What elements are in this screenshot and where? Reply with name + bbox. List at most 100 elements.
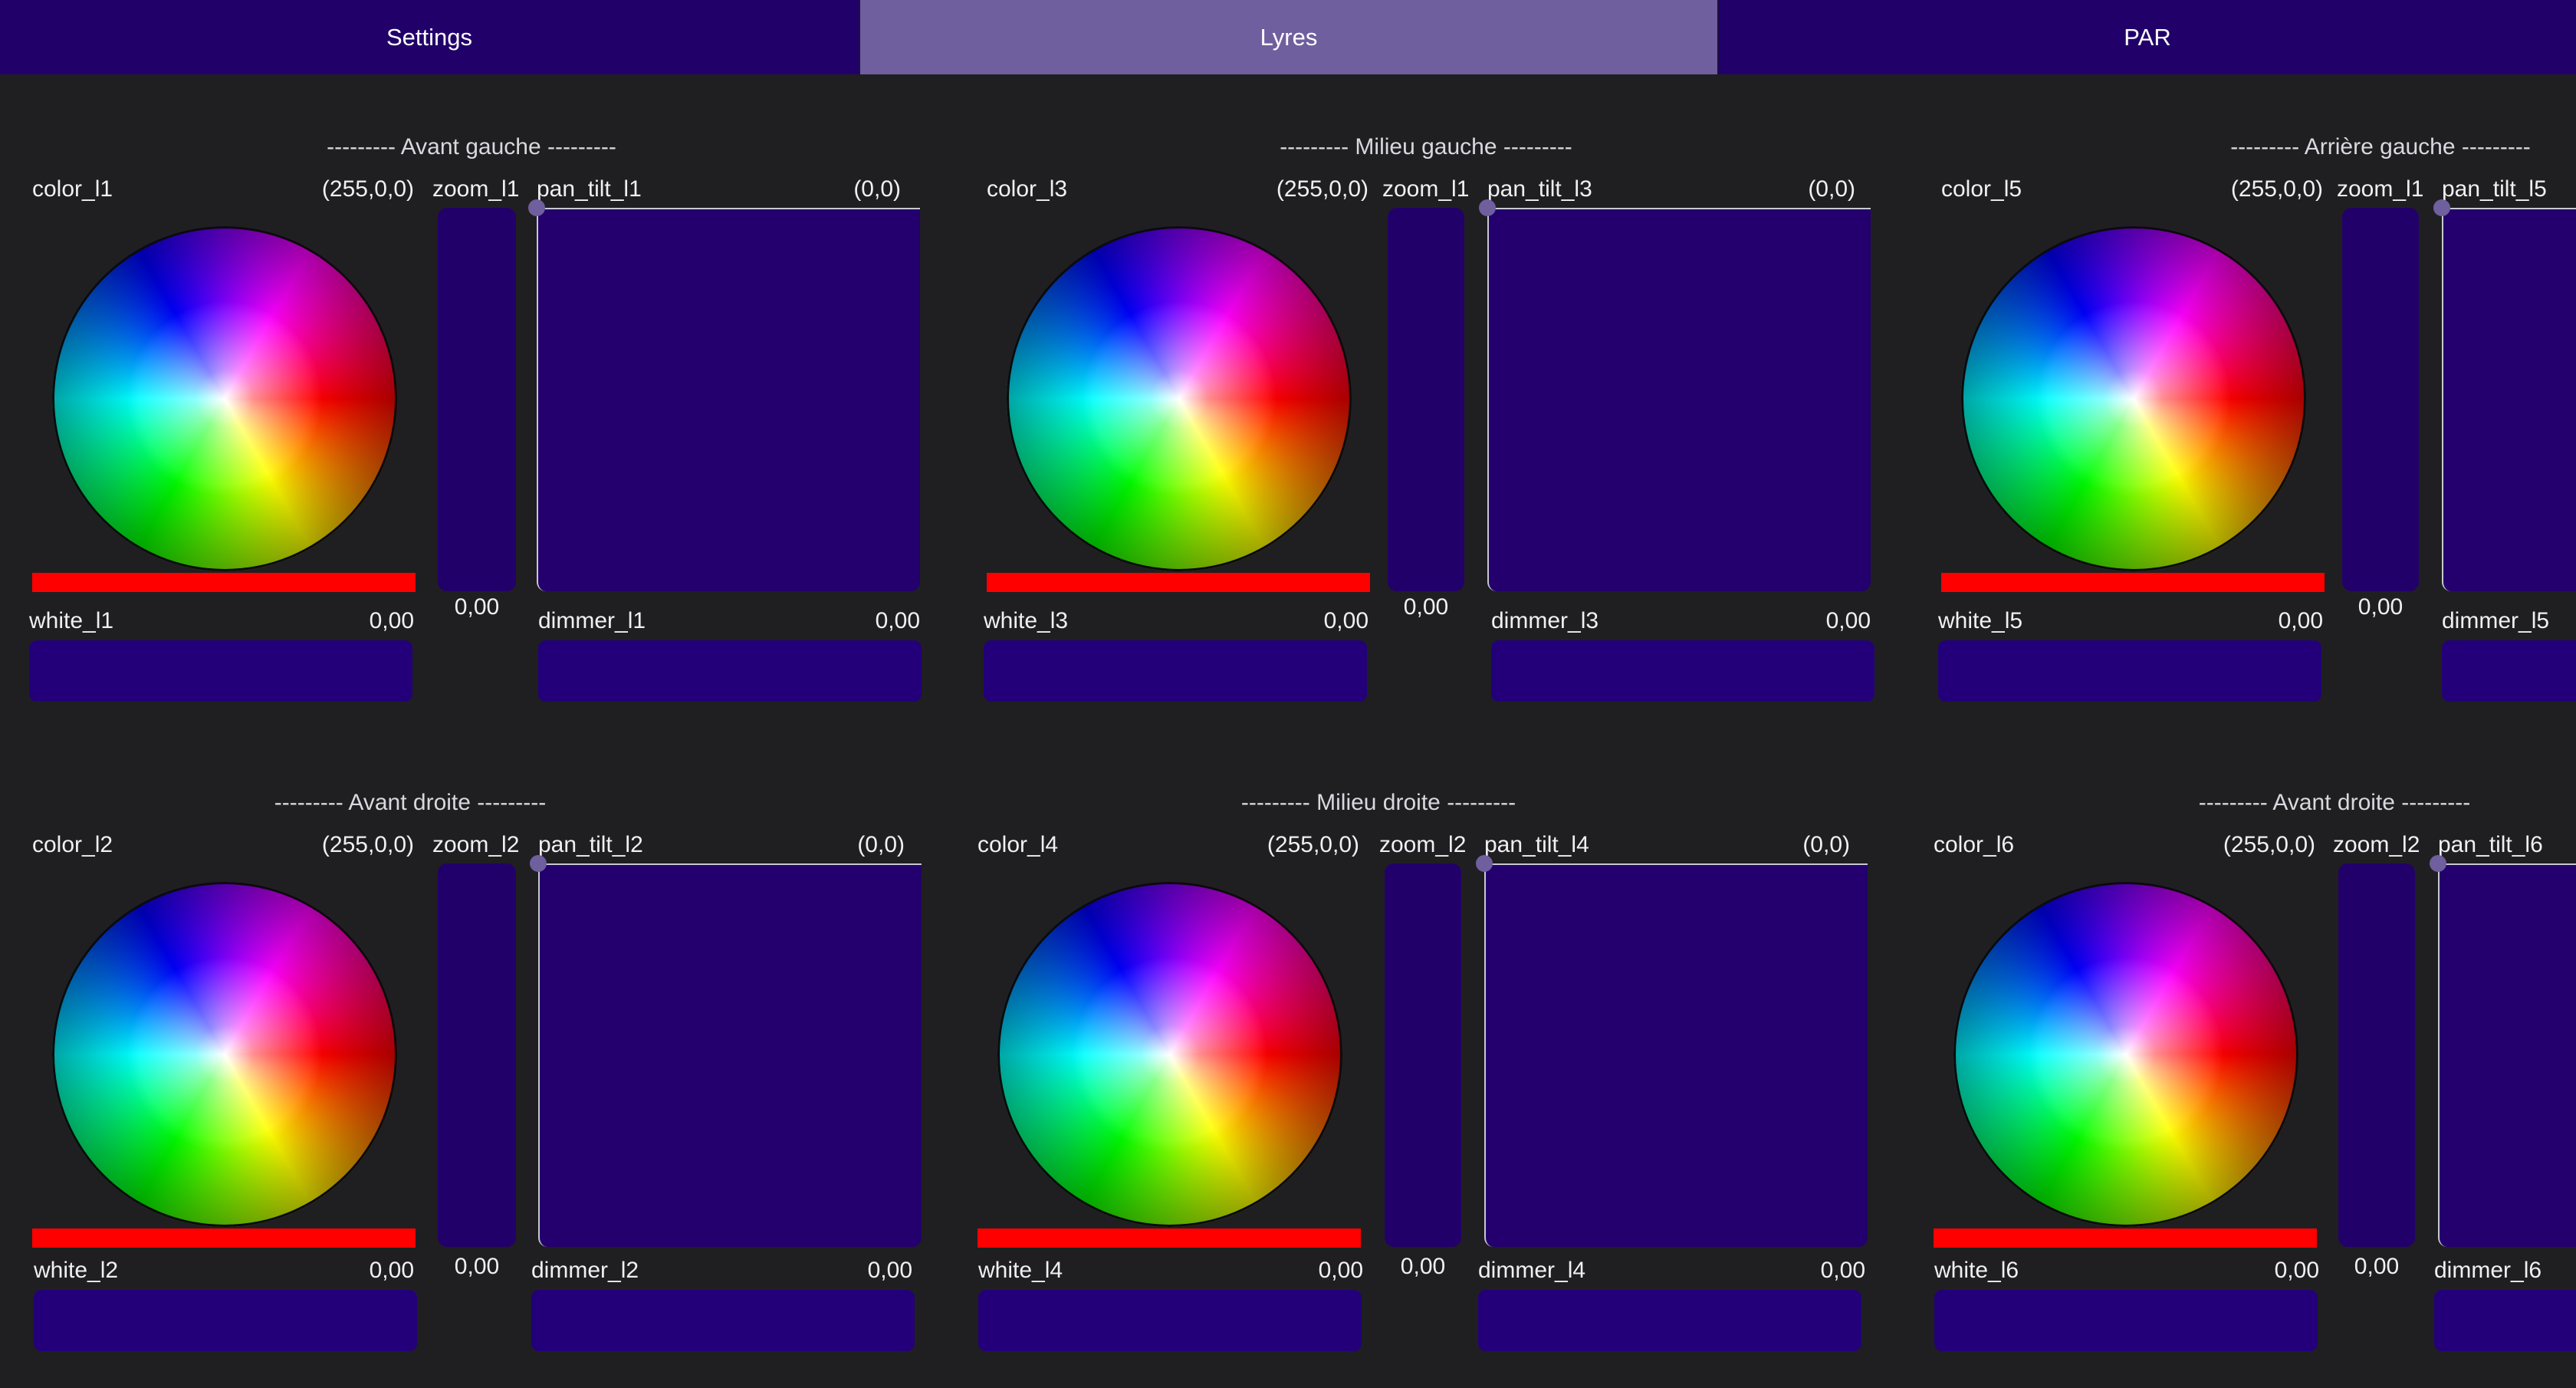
white-value: 0,00 (1323, 608, 1368, 633)
pan-tilt-handle[interactable] (1479, 199, 1496, 216)
fixture-group-avant-droite-2: --------- Avant droite --------- color_l… (1928, 790, 2576, 1388)
group-title: --------- Avant droite --------- (2198, 790, 2471, 815)
white-label: white_l2 (34, 1258, 119, 1283)
pan-tilt-pad[interactable] (1487, 208, 1871, 591)
group-title: --------- Milieu droite --------- (1240, 790, 1516, 815)
pan-tilt-value: (0,0) (857, 832, 905, 857)
color-label: color_l3 (987, 176, 1068, 202)
pan-tilt-handle[interactable] (528, 199, 545, 216)
color-label: color_l6 (1934, 832, 2015, 857)
pan-tilt-handle[interactable] (2433, 199, 2450, 216)
color-wheel[interactable] (52, 226, 397, 571)
pan-tilt-label: pan_tilt_l5 (2442, 176, 2547, 202)
color-value: (255,0,0) (2230, 176, 2323, 202)
zoom-slider[interactable] (1388, 208, 1464, 591)
dimmer-slider[interactable] (2442, 640, 2576, 702)
white-slider[interactable] (29, 640, 412, 702)
color-label: color_l4 (978, 832, 1059, 857)
dimmer-slider[interactable] (1491, 640, 1875, 702)
color-label: color_l2 (32, 832, 113, 857)
fixture-group-milieu-gauche: --------- Milieu gauche --------- color_… (981, 134, 1938, 732)
pan-tilt-value: (0,0) (1802, 832, 1850, 857)
white-value: 0,00 (1318, 1258, 1363, 1283)
dimmer-value: 0,00 (1820, 1258, 1865, 1283)
white-slider[interactable] (34, 1290, 417, 1351)
white-label: white_l6 (1934, 1258, 2019, 1283)
zoom-slider[interactable] (2338, 863, 2415, 1247)
dimmer-slider[interactable] (538, 640, 922, 702)
dimmer-label: dimmer_l2 (531, 1258, 639, 1283)
pan-tilt-pad[interactable] (537, 208, 920, 591)
fixture-group-avant-gauche: --------- Avant gauche --------- color_l… (27, 134, 984, 732)
tab-par[interactable]: PAR (1717, 0, 2576, 74)
color-value: (255,0,0) (2223, 832, 2315, 857)
zoom-value: 0,00 (1403, 594, 1449, 620)
color-preview-bar (1941, 573, 2325, 592)
zoom-label: zoom_l1 (432, 176, 520, 202)
zoom-label: zoom_l1 (2337, 176, 2424, 202)
zoom-value: 0,00 (2354, 1254, 2400, 1279)
white-value: 0,00 (369, 608, 414, 633)
color-value: (255,0,0) (1276, 176, 1368, 202)
group-title: --------- Avant gauche --------- (327, 134, 616, 160)
zoom-slider[interactable] (438, 208, 516, 591)
zoom-value: 0,00 (2358, 594, 2404, 620)
color-wheel[interactable] (1961, 226, 2306, 571)
fixture-group-avant-droite: --------- Avant droite --------- color_l… (27, 790, 984, 1388)
pan-tilt-pad[interactable] (538, 863, 922, 1247)
fixture-group-arriere-gauche: --------- Arrière gauche --------- color… (1936, 134, 2576, 732)
white-slider[interactable] (1938, 640, 2321, 702)
zoom-label: zoom_l2 (1379, 832, 1467, 857)
white-value: 0,00 (369, 1258, 414, 1283)
dimmer-slider[interactable] (1478, 1290, 1861, 1351)
zoom-slider[interactable] (438, 863, 516, 1247)
white-slider[interactable] (1934, 1290, 2318, 1351)
white-slider[interactable] (984, 640, 1367, 702)
pan-tilt-pad[interactable] (1484, 863, 1868, 1247)
dimmer-value: 0,00 (1825, 608, 1871, 633)
pan-tilt-pad[interactable] (2442, 208, 2576, 591)
dimmer-value: 0,00 (867, 1258, 912, 1283)
color-wheel[interactable] (997, 882, 1342, 1227)
color-preview-bar (987, 573, 1370, 592)
white-slider[interactable] (978, 1290, 1362, 1351)
color-preview-bar (1934, 1228, 2317, 1248)
color-preview-bar (32, 1228, 416, 1248)
pan-tilt-handle[interactable] (1476, 855, 1493, 872)
tab-lyres[interactable]: Lyres (859, 0, 1717, 74)
fixture-group-milieu-droite: --------- Milieu droite --------- color_… (972, 790, 1929, 1388)
dimmer-slider[interactable] (531, 1290, 915, 1351)
color-preview-bar (978, 1228, 1361, 1248)
color-value: (255,0,0) (1267, 832, 1359, 857)
dimmer-label: dimmer_l6 (2434, 1258, 2542, 1283)
pan-tilt-handle[interactable] (530, 855, 547, 872)
tab-settings[interactable]: Settings (0, 0, 859, 74)
pan-tilt-label: pan_tilt_l2 (538, 832, 643, 857)
pan-tilt-label: pan_tilt_l3 (1487, 176, 1592, 202)
pan-tilt-handle[interactable] (2430, 855, 2446, 872)
pan-tilt-label: pan_tilt_l1 (537, 176, 642, 202)
pan-tilt-label: pan_tilt_l6 (2438, 832, 2543, 857)
white-label: white_l4 (978, 1258, 1063, 1283)
color-preview-bar (32, 573, 416, 592)
dimmer-value: 0,00 (875, 608, 920, 633)
zoom-slider[interactable] (1385, 863, 1461, 1247)
zoom-value: 0,00 (454, 594, 500, 620)
zoom-label: zoom_l2 (432, 832, 520, 857)
dimmer-label: dimmer_l4 (1478, 1258, 1586, 1283)
pan-tilt-value: (0,0) (1808, 176, 1855, 202)
tab-bar: Settings Lyres PAR (0, 0, 2576, 74)
dimmer-label: dimmer_l1 (538, 608, 646, 633)
white-label: white_l5 (1938, 608, 2023, 633)
color-value: (255,0,0) (321, 176, 414, 202)
dimmer-slider[interactable] (2434, 1290, 2576, 1351)
zoom-slider[interactable] (2342, 208, 2419, 591)
zoom-value: 0,00 (454, 1254, 500, 1279)
white-value: 0,00 (2278, 608, 2323, 633)
color-value: (255,0,0) (321, 832, 414, 857)
pan-tilt-pad[interactable] (2438, 863, 2576, 1247)
color-wheel[interactable] (1007, 226, 1352, 571)
color-wheel[interactable] (1953, 882, 2298, 1227)
color-wheel[interactable] (52, 882, 397, 1227)
zoom-value: 0,00 (1400, 1254, 1446, 1279)
